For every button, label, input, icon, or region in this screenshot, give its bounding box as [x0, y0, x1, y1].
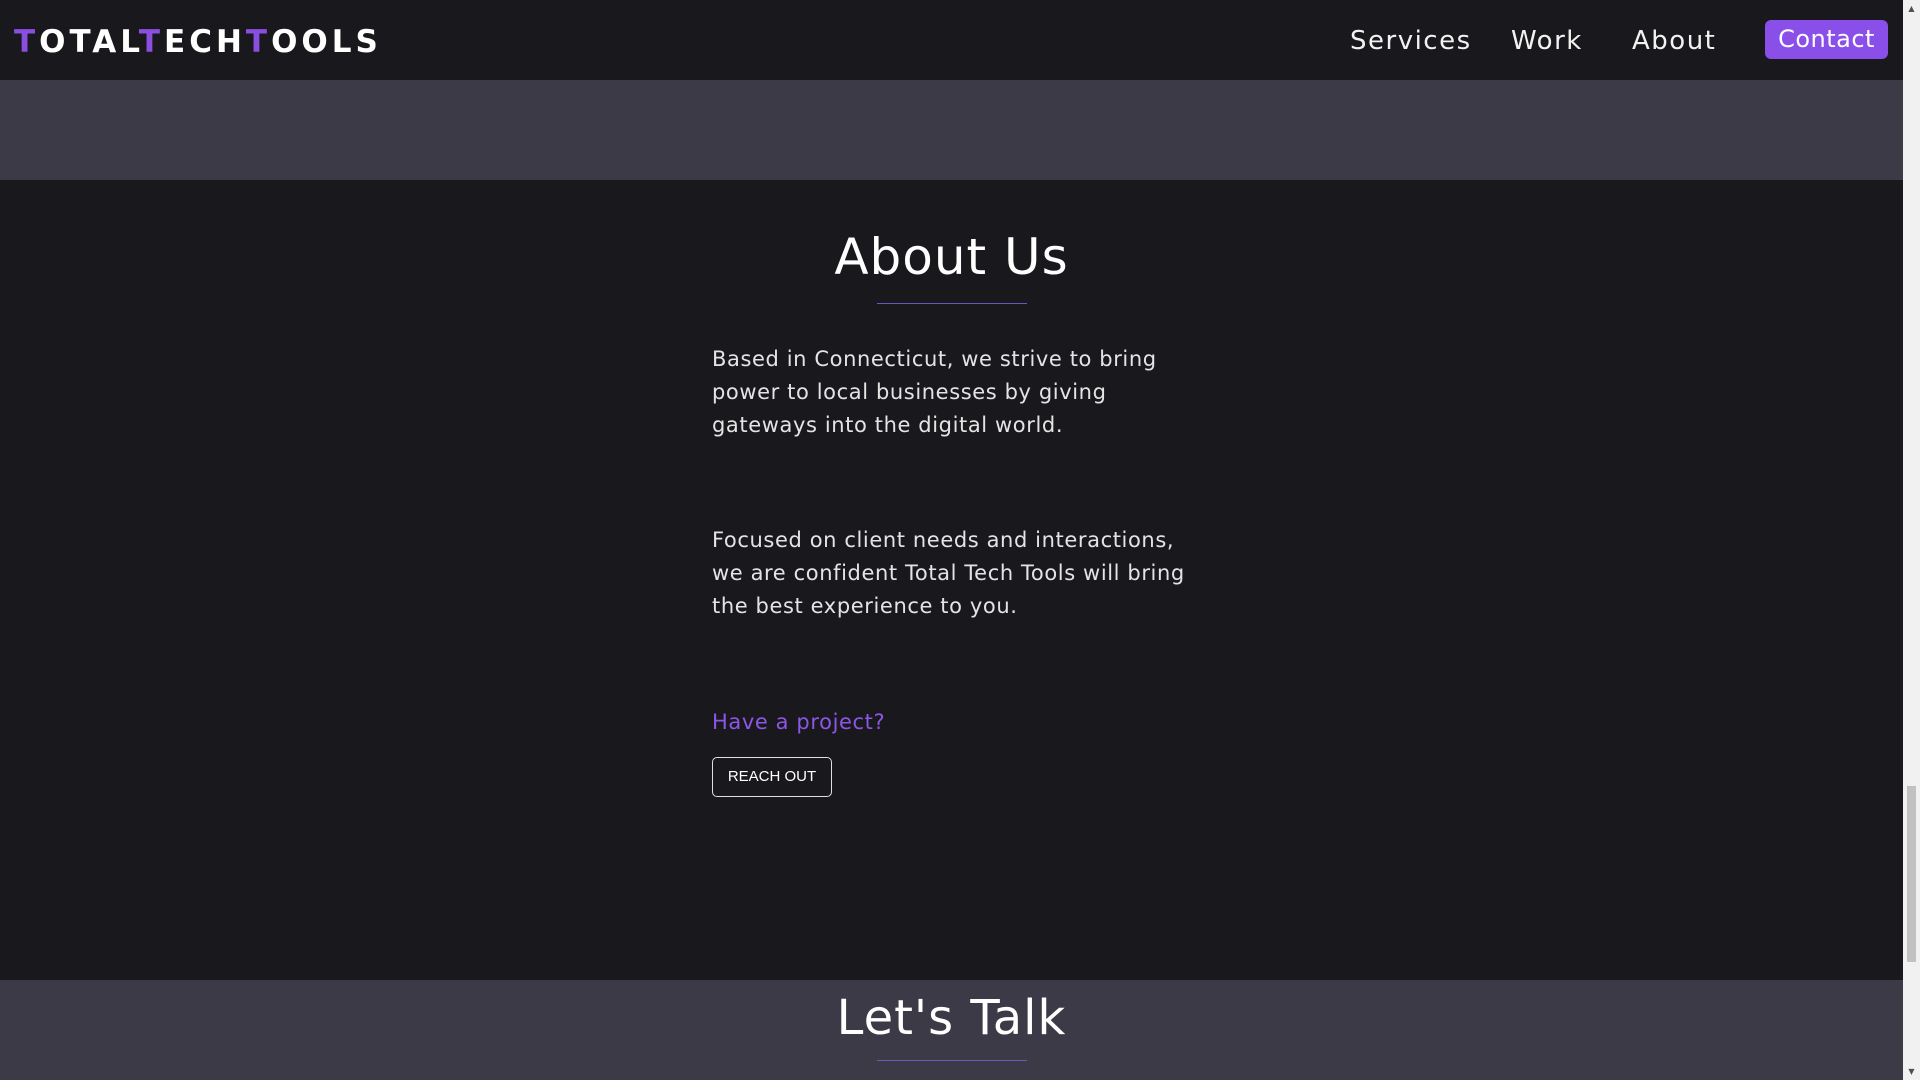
logo-letters: ECH	[164, 24, 246, 60]
nav-contact-button[interactable]: Contact	[1765, 20, 1888, 59]
logo-letters: OTAL	[39, 24, 139, 60]
nav-link-services[interactable]: Services	[1350, 20, 1472, 62]
title-underline	[877, 303, 1027, 304]
about-title: About Us	[834, 228, 1069, 286]
lets-talk-section: Let's Talk	[0, 980, 1903, 1080]
logo-letters: OOLS	[271, 24, 382, 60]
nav-link-work[interactable]: Work	[1511, 20, 1583, 62]
title-underline	[877, 1060, 1027, 1061]
navbar: TOTALTECHTOOLS Services Work About Conta…	[0, 0, 1903, 80]
reach-out-button[interactable]: REACH OUT	[712, 757, 832, 797]
scroll-up-icon[interactable]: ▲	[1903, 0, 1920, 17]
about-section: About Us Based in Connecticut, we strive…	[0, 180, 1903, 980]
about-paragraph-focus: Focused on client needs and interactions…	[712, 528, 1185, 618]
logo-letter: T	[138, 24, 165, 60]
page: TOTALTECHTOOLS Services Work About Conta…	[0, 0, 1920, 1080]
scroll-thumb[interactable]	[1907, 786, 1916, 962]
lets-talk-title: Let's Talk	[836, 990, 1067, 1046]
logo-letter: T	[245, 24, 272, 60]
about-paragraph-location: Based in Connecticut, we strive to bring…	[712, 347, 1157, 437]
nav-link-about[interactable]: About	[1632, 20, 1716, 62]
logo-letter: T	[14, 24, 40, 60]
page-content: TOTALTECHTOOLS Services Work About Conta…	[0, 0, 1903, 1080]
page-scrollbar[interactable]: ▲ ▼	[1903, 0, 1920, 1080]
cta-prompt: Have a project?	[712, 710, 886, 734]
scroll-down-icon[interactable]: ▼	[1903, 1063, 1920, 1080]
site-logo[interactable]: TOTALTECHTOOLS	[14, 22, 382, 62]
section-band	[0, 80, 1903, 180]
